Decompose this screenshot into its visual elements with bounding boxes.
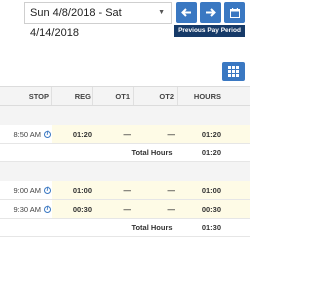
table-row: 8:50 AM i 01:20 — — 01:20	[0, 125, 250, 144]
timesheet-table: STOP REG OT1 OT2 HOURS 8:50 AM i 01:20 — …	[0, 86, 250, 237]
pay-period-select[interactable]: Sun 4/8/2018 - Sat 4/14/2018 ▼	[24, 2, 172, 39]
arrow-left-icon	[181, 8, 191, 17]
reg-hours: 01:20	[72, 129, 92, 139]
reg-hours: 01:00	[72, 185, 92, 195]
ot2-hours: —	[167, 204, 176, 214]
pay-period-value: Sun 4/8/2018 - Sat 4/14/2018	[30, 7, 122, 39]
info-icon[interactable]: i	[44, 205, 51, 213]
ot2-hours: —	[167, 185, 176, 195]
total-hours-label: Total Hours	[131, 223, 173, 232]
total-hours-value: 01:30	[201, 223, 221, 232]
calendar-button[interactable]	[224, 2, 245, 23]
info-icon[interactable]: i	[44, 186, 51, 194]
reg-hours: 00:30	[72, 204, 92, 214]
info-icon[interactable]: i	[44, 130, 51, 138]
column-header-ot1[interactable]: OT1	[93, 87, 134, 105]
table-header: STOP REG OT1 OT2 HOURS	[0, 86, 250, 106]
arrow-right-icon	[206, 8, 216, 17]
total-row: Total Hours 01:30	[0, 219, 250, 237]
column-header-stop[interactable]: STOP	[0, 87, 52, 105]
ot1-hours: —	[123, 129, 132, 139]
grid-view-button[interactable]	[222, 62, 245, 81]
total-hours-label: Total Hours	[131, 148, 173, 157]
chevron-down-icon: ▼	[158, 9, 165, 16]
table-row: 9:00 AM i 01:00 — — 01:00	[0, 181, 250, 200]
total-hours-value: 01:20	[201, 148, 221, 157]
stop-time: 9:30 AM	[13, 204, 41, 214]
previous-period-tooltip: Previous Pay Period	[174, 25, 245, 37]
row-hours: 00:30	[201, 204, 221, 214]
previous-period-button[interactable]	[176, 2, 197, 23]
stop-time: 9:00 AM	[13, 185, 41, 195]
calendar-icon	[229, 7, 240, 18]
column-header-ot2[interactable]: OT2	[134, 87, 178, 105]
column-header-hours[interactable]: HOURS	[178, 87, 223, 105]
total-row: Total Hours 01:20	[0, 144, 250, 162]
group-separator	[0, 106, 250, 125]
column-header-reg[interactable]: REG	[52, 87, 93, 105]
stop-time: 8:50 AM	[13, 129, 41, 139]
ot1-hours: —	[123, 204, 132, 214]
ot2-hours: —	[167, 129, 176, 139]
ot1-hours: —	[123, 185, 132, 195]
next-period-button[interactable]	[200, 2, 221, 23]
row-hours: 01:20	[201, 129, 221, 139]
table-row: 9:30 AM i 00:30 — — 00:30	[0, 200, 250, 219]
group-separator	[0, 162, 250, 181]
grid-view-icon	[228, 66, 239, 77]
row-hours: 01:00	[201, 185, 221, 195]
